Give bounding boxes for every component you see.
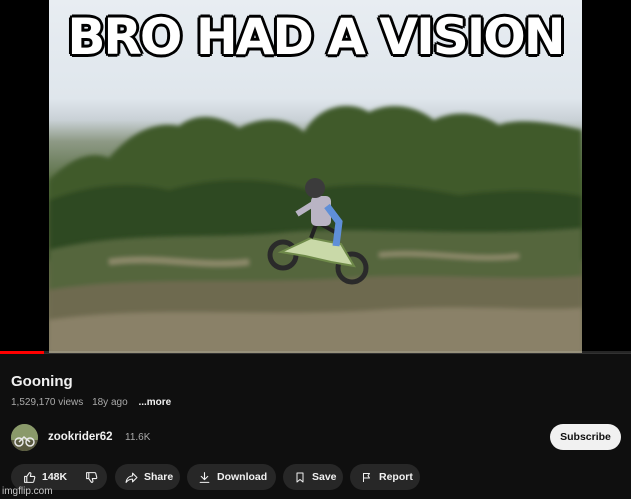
share-button[interactable]: Share xyxy=(115,464,180,490)
subscriber-count: 11.6K xyxy=(125,432,151,443)
save-label: Save xyxy=(312,471,337,483)
more-link[interactable]: ...more xyxy=(138,397,171,408)
dislike-icon xyxy=(85,471,98,484)
progress-bar-fill xyxy=(0,351,45,354)
like-count: 148K xyxy=(42,471,68,483)
channel-name[interactable]: zookrider62 xyxy=(48,431,113,443)
report-label: Report xyxy=(379,471,413,483)
avatar-image xyxy=(11,424,38,451)
dislike-button[interactable] xyxy=(85,464,108,490)
channel-avatar[interactable] xyxy=(11,424,38,451)
share-icon xyxy=(125,471,138,484)
channel-row: zookrider62 11.6K Subscribe xyxy=(11,424,621,452)
share-label: Share xyxy=(144,471,174,483)
imgflip-watermark: imgflip.com xyxy=(2,486,53,497)
meme-caption: BRO HAD A VISION xyxy=(67,8,565,66)
download-label: Download xyxy=(217,471,268,483)
subscribe-button[interactable]: Subscribe xyxy=(550,424,621,450)
upload-age: 18y ago xyxy=(92,397,128,408)
save-icon xyxy=(294,471,306,484)
video-player[interactable]: BRO HAD A VISION xyxy=(0,0,631,354)
video-meta[interactable]: 1,529,170 views 18y ago ...more xyxy=(11,397,177,408)
report-button[interactable]: Report xyxy=(350,464,420,490)
video-title: Gooning xyxy=(11,373,73,390)
like-icon xyxy=(23,471,36,484)
save-button[interactable]: Save xyxy=(283,464,343,490)
download-button[interactable]: Download xyxy=(187,464,276,490)
download-icon xyxy=(198,471,211,484)
view-count: 1,529,170 views xyxy=(11,397,84,408)
progress-bar[interactable] xyxy=(0,351,631,354)
report-icon xyxy=(361,471,373,484)
